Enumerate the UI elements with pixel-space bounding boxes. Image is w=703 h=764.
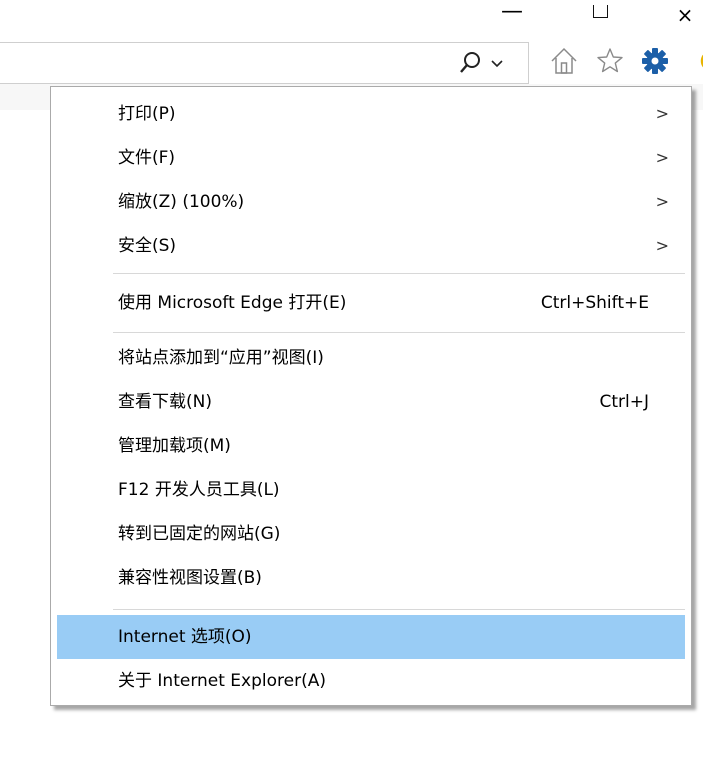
chevron-right-icon: > xyxy=(655,104,669,123)
menu-item-label: 使用 Microsoft Edge 打开(E) xyxy=(118,293,347,313)
menu-separator xyxy=(113,332,685,333)
menu-item-view-downloads[interactable]: 查看下载(N) Ctrl+J xyxy=(57,380,685,424)
address-bar[interactable] xyxy=(0,42,529,84)
favorites-star-icon[interactable] xyxy=(595,44,625,78)
menu-item-zoom[interactable]: 缩放(Z) (100%) > xyxy=(57,180,685,224)
menu-item-label: 将站点添加到“应用”视图(I) xyxy=(118,348,324,368)
minimize-button[interactable]: — xyxy=(478,0,546,26)
menu-item-about-ie[interactable]: 关于 Internet Explorer(A) xyxy=(57,659,685,703)
menu-item-label: 打印(P) xyxy=(118,104,176,124)
menu-item-internet-options[interactable]: Internet 选项(O) xyxy=(57,615,685,659)
chevron-right-icon: > xyxy=(655,236,669,255)
menu-separator xyxy=(113,273,685,274)
tools-menu: 打印(P) > 文件(F) > 缩放(Z) (100%) > 安全(S) > 使… xyxy=(50,86,692,706)
home-icon[interactable] xyxy=(549,44,579,78)
menu-item-compat-view[interactable]: 兼容性视图设置(B) xyxy=(57,556,685,600)
menu-item-shortcut: Ctrl+Shift+E xyxy=(540,293,649,313)
menu-item-pinned-sites[interactable]: 转到已固定的网站(G) xyxy=(57,512,685,556)
menu-item-open-in-edge[interactable]: 使用 Microsoft Edge 打开(E) Ctrl+Shift+E xyxy=(57,281,685,325)
menu-item-label: Internet 选项(O) xyxy=(118,627,252,647)
menu-item-label: 关于 Internet Explorer(A) xyxy=(118,671,326,691)
menu-item-print[interactable]: 打印(P) > xyxy=(57,92,685,136)
menu-item-add-to-apps[interactable]: 将站点添加到“应用”视图(I) xyxy=(57,336,685,380)
menu-item-label: 管理加载项(M) xyxy=(118,436,231,456)
close-button[interactable]: × xyxy=(655,0,703,30)
menu-item-safety[interactable]: 安全(S) > xyxy=(57,224,685,268)
menu-item-label: 转到已固定的网站(G) xyxy=(118,524,281,544)
menu-item-label: 文件(F) xyxy=(118,148,176,168)
menu-item-label: F12 开发人员工具(L) xyxy=(118,480,280,500)
search-dropdown-icon[interactable] xyxy=(489,58,505,70)
menu-item-label: 兼容性视图设置(B) xyxy=(118,568,262,588)
menu-separator xyxy=(113,609,685,610)
menu-item-manage-addons[interactable]: 管理加载项(M) xyxy=(57,424,685,468)
restore-icon xyxy=(592,4,608,18)
gear-icon[interactable] xyxy=(640,44,670,78)
restore-button[interactable] xyxy=(560,0,640,30)
menu-item-label: 缩放(Z) (100%) xyxy=(118,192,245,212)
menu-item-devtools[interactable]: F12 开发人员工具(L) xyxy=(57,468,685,512)
smiley-feedback-icon[interactable] xyxy=(694,44,703,78)
menu-item-shortcut: Ctrl+J xyxy=(599,392,649,412)
menu-item-label: 安全(S) xyxy=(118,236,177,256)
menu-item-file[interactable]: 文件(F) > xyxy=(57,136,685,180)
menu-item-label: 查看下载(N) xyxy=(118,392,212,412)
chevron-right-icon: > xyxy=(655,148,669,167)
search-icon[interactable] xyxy=(455,48,485,78)
chevron-right-icon: > xyxy=(655,192,669,211)
